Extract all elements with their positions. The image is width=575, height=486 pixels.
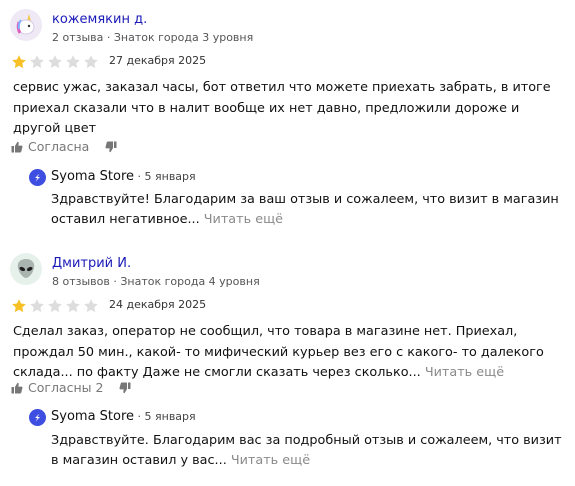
reply-author-name: Syoma Store [51, 169, 135, 184]
review-read-more-link[interactable]: Читать ещё [425, 365, 504, 380]
reply-author: Syoma Store · 5 января [51, 409, 196, 424]
thumbs-down-icon [119, 382, 131, 393]
agree-button[interactable]: Согласна [11, 139, 89, 154]
star-empty-icon [66, 299, 80, 313]
star-empty-icon [48, 299, 62, 313]
syoma-logo-icon [35, 413, 40, 422]
review-card: Дмитрий И. 8 отзывов · Знаток города 4 у… [0, 244, 575, 486]
dislike-button[interactable] [105, 141, 117, 153]
reply-date: · 5 января [134, 170, 196, 183]
reply-date: · 5 января [134, 410, 196, 423]
syoma-logo-icon [35, 173, 40, 182]
review-card: кожемякин д. 2 отзыва · Знаток города 3 … [0, 0, 575, 240]
star-empty-icon [84, 299, 98, 313]
agree-label: Согласна [28, 139, 90, 154]
agree-label: Согласны 2 [28, 380, 104, 395]
review-date: 27 декабря 2025 [109, 54, 207, 67]
author-name[interactable]: Дмитрий И. [52, 256, 131, 271]
avatar[interactable] [10, 253, 42, 285]
thumbs-up-icon [11, 382, 23, 393]
avatar[interactable] [10, 9, 42, 41]
review-text: Сделал заказ, оператор не сообщил, что т… [13, 322, 568, 384]
reply-read-more-link[interactable]: Читать ещё [231, 453, 310, 468]
rating-stars [11, 298, 99, 314]
review-text-body: сервис ужас, заказал часы, бот ответил ч… [13, 80, 551, 136]
star-empty-icon [66, 55, 80, 69]
star-filled-icon [12, 55, 26, 69]
reply-author: Syoma Store · 5 января [51, 169, 196, 184]
author-name[interactable]: кожемякин д. [52, 12, 147, 27]
unicorn-icon [16, 14, 35, 35]
reply-text: Здравствуйте! Благодарим за ваш отзыв и … [51, 190, 566, 230]
dislike-button[interactable] [119, 382, 131, 394]
alien-icon [17, 259, 35, 278]
review-date: 24 декабря 2025 [109, 298, 207, 311]
author-meta: 2 отзыва · Знаток города 3 уровня [52, 31, 254, 44]
review-actions: Согласна [11, 139, 117, 154]
star-empty-icon [30, 299, 44, 313]
reply-text: Здравствуйте. Благодарим вас за подробны… [51, 431, 566, 471]
review-actions: Согласны 2 [11, 380, 131, 395]
store-logo [29, 169, 46, 186]
star-empty-icon [84, 55, 98, 69]
reply-text-body: Здравствуйте! Благодарим за ваш отзыв и … [51, 192, 559, 227]
agree-button[interactable]: Согласны 2 [11, 380, 103, 395]
reply-author-name: Syoma Store [51, 409, 135, 424]
star-filled-icon [12, 299, 26, 313]
star-empty-icon [48, 55, 62, 69]
rating-stars [11, 54, 99, 70]
author-meta: 8 отзывов · Знаток города 4 уровня [52, 275, 260, 288]
reply-read-more-link[interactable]: Читать ещё [204, 212, 283, 227]
thumbs-up-icon [11, 141, 23, 152]
star-empty-icon [30, 55, 44, 69]
store-logo [29, 409, 46, 426]
thumbs-down-icon [105, 141, 117, 152]
review-text: сервис ужас, заказал часы, бот ответил ч… [13, 78, 568, 140]
